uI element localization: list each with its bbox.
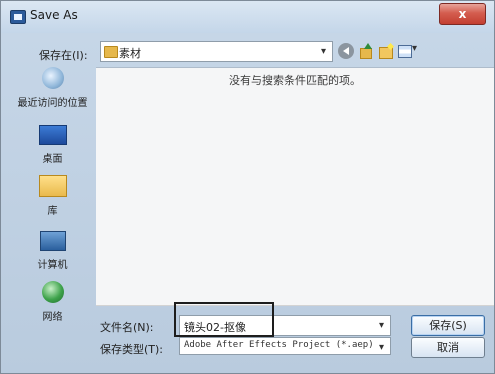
place-network[interactable]: 网络 (10, 281, 95, 323)
chevron-down-icon: ▾ (378, 342, 384, 353)
save-in-label: 保存在(I): (39, 49, 88, 62)
window-title: Save As (30, 8, 78, 22)
recent-places-icon (41, 67, 64, 89)
place-recent[interactable]: 最近访问的位置 (10, 67, 95, 109)
place-label: 库 (47, 206, 58, 217)
chevron-down-icon: ▾ (320, 46, 326, 57)
save-button[interactable]: 保存(S) (411, 315, 485, 336)
filename-highlight-box (174, 302, 274, 337)
place-library[interactable]: 库 (10, 175, 95, 217)
filename-label: 文件名(N): (100, 321, 154, 334)
chevron-down-icon[interactable]: ▾ (379, 320, 384, 331)
filetype-label: 保存类型(T): (100, 343, 164, 356)
app-icon (10, 10, 26, 24)
folder-icon (104, 46, 118, 58)
place-label: 最近访问的位置 (17, 98, 88, 109)
file-list[interactable]: 没有与搜索条件匹配的项。 (96, 67, 494, 306)
back-icon[interactable] (338, 43, 354, 59)
network-icon (41, 281, 64, 303)
current-folder-name: 素材 (119, 47, 141, 60)
place-label: 桌面 (42, 154, 63, 165)
cancel-button[interactable]: 取消 (411, 337, 485, 358)
computer-icon (39, 231, 66, 251)
save-in-dropdown[interactable]: 素材 ▾ (100, 41, 333, 62)
close-button[interactable]: x (439, 3, 486, 25)
desktop-icon (38, 125, 67, 145)
up-folder-icon[interactable] (358, 43, 374, 59)
place-computer[interactable]: 计算机 (10, 231, 95, 271)
empty-message: 没有与搜索条件匹配的项。 (229, 74, 361, 87)
place-desktop[interactable]: 桌面 (10, 125, 95, 165)
filetype-dropdown[interactable]: Adobe After Effects Project (*.aep) ▾ (179, 337, 391, 355)
library-icon (38, 175, 67, 197)
places-bar: 最近访问的位置 桌面 库 计算机 网络 (10, 67, 95, 337)
new-folder-icon[interactable] (378, 43, 394, 59)
place-label: 计算机 (37, 260, 68, 271)
filetype-value: Adobe After Effects Project (*.aep) (184, 340, 374, 350)
view-menu-icon[interactable] (398, 43, 420, 59)
title-bar[interactable]: Save As x (1, 1, 494, 33)
save-as-dialog: Save As x 保存在(I): 素材 ▾ 最近访问的位置 桌面 库 计算机 (0, 0, 495, 374)
place-label: 网络 (42, 312, 63, 323)
close-icon: x (458, 7, 467, 21)
